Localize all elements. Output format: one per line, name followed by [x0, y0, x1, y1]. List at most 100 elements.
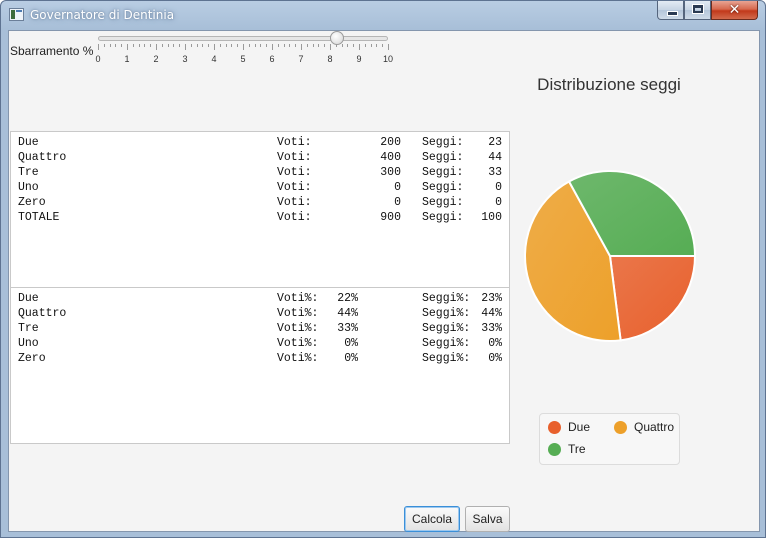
- slider-minor-tick: [341, 44, 343, 47]
- seggi-value: 0%: [488, 352, 502, 365]
- slider-major-tick: [243, 44, 244, 50]
- slider-minor-tick: [306, 44, 308, 47]
- slider-minor-tick: [196, 44, 198, 47]
- legend-label: Due: [568, 420, 591, 434]
- slider-tick-label: 8: [327, 54, 333, 64]
- voti-label: Voti:: [277, 181, 312, 194]
- slider-tick-label: 5: [240, 54, 246, 64]
- client-area: Sbarramento % 0 1 2 3 4 5 6 7 8 9 10 Due Voti: 200 Se…: [8, 30, 760, 532]
- party-name: Uno: [18, 337, 39, 350]
- text-row: Zero Voti: 0 Seggi: 0: [11, 195, 509, 210]
- slider-minor-tick: [335, 44, 337, 47]
- maximize-icon: [693, 5, 703, 13]
- text-row: Quattro Voti%: 44% Seggi%: 44%: [11, 306, 509, 321]
- slider-tick-labels: 0 1 2 3 4 5 6 7 8 9 10: [95, 54, 393, 66]
- text-row: Zero Voti%: 0% Seggi%: 0%: [11, 351, 509, 366]
- slider-minor-tick: [254, 44, 256, 47]
- voti-value: 400: [380, 151, 401, 164]
- slider-tick-label: 7: [298, 54, 304, 64]
- slider-minor-tick: [144, 44, 146, 47]
- slider-major-tick: [388, 44, 389, 50]
- seggi-value: 44%: [481, 307, 502, 320]
- voti-value: 0: [394, 181, 401, 194]
- seggi-value: 0: [495, 196, 502, 209]
- slider-major-tick: [156, 44, 157, 50]
- legend-label: Tre: [568, 442, 586, 456]
- slider-minor-tick: [202, 44, 204, 47]
- seggi-value: 33: [488, 166, 502, 179]
- slider-tick-label: 0: [95, 54, 101, 64]
- slider-minor-tick: [376, 44, 378, 47]
- slider-thumb[interactable]: [329, 31, 344, 45]
- party-name: Uno: [18, 181, 39, 194]
- slider-minor-tick: [138, 44, 140, 47]
- slider-tick-label: 4: [211, 54, 217, 64]
- minimize-icon: [667, 11, 678, 16]
- title-bar[interactable]: Governatore di Dentinia ✕: [1, 1, 765, 30]
- slider-minor-tick: [167, 44, 169, 47]
- slider-minor-tick: [150, 44, 152, 47]
- slider-major-tick: [359, 44, 360, 50]
- votes-textarea[interactable]: Due Voti: 200 Seggi: 23 Quattro Voti: 400 Seggi:…: [10, 131, 510, 288]
- slider-tick-label: 1: [124, 54, 130, 64]
- voti-value: 0: [394, 196, 401, 209]
- slider-minor-tick: [179, 44, 181, 47]
- slider-minor-tick: [225, 44, 227, 47]
- percent-textarea[interactable]: Due Voti%: 22% Seggi%: 23% Quattro Voti%: 44% Se…: [10, 287, 510, 444]
- text-row: Due Voti: 200 Seggi: 23: [11, 135, 509, 150]
- slider-minor-tick: [161, 44, 163, 47]
- party-name: Tre: [18, 166, 39, 179]
- slider-minor-tick: [190, 44, 192, 47]
- slider-minor-tick: [248, 44, 250, 47]
- slider-minor-tick: [121, 44, 123, 47]
- text-row: Uno Voti: 0 Seggi: 0: [11, 180, 509, 195]
- slider-major-tick: [185, 44, 186, 50]
- voti-value: 0%: [344, 352, 358, 365]
- party-name: TOTALE: [18, 211, 60, 224]
- voti-value: 33%: [337, 322, 358, 335]
- slider-minor-tick: [115, 44, 117, 47]
- sbarramento-slider[interactable]: [98, 31, 388, 45]
- voti-label: Voti:: [277, 136, 312, 149]
- slider-ticks: [98, 44, 389, 52]
- slider-minor-tick: [103, 44, 105, 47]
- slider-label: Sbarramento %: [10, 44, 94, 58]
- slider-major-tick: [330, 44, 331, 50]
- legend-label: Quattro: [634, 420, 675, 434]
- voti-value: 900: [380, 211, 401, 224]
- minimize-button[interactable]: [657, 1, 684, 20]
- slider-major-tick: [98, 44, 99, 50]
- slider-minor-tick: [382, 44, 384, 47]
- voti-label: Voti:: [277, 196, 312, 209]
- slider-minor-tick: [109, 44, 111, 47]
- slider-tick-label: 9: [356, 54, 362, 64]
- voti-value: 22%: [337, 292, 358, 305]
- text-row: Tre Voti: 300 Seggi: 33: [11, 165, 509, 180]
- slider-minor-tick: [347, 44, 349, 47]
- salva-button[interactable]: Salva: [465, 506, 510, 532]
- text-row: Quattro Voti: 400 Seggi: 44: [11, 150, 509, 165]
- app-window: Governatore di Dentinia ✕ Sbarramento % …: [0, 0, 766, 538]
- slider-minor-tick: [260, 44, 262, 47]
- close-button[interactable]: ✕: [711, 1, 758, 20]
- seggi-value: 0%: [488, 337, 502, 350]
- party-name: Tre: [18, 322, 39, 335]
- seggi-value: 100: [481, 211, 502, 224]
- text-row: Due Voti%: 22% Seggi%: 23%: [11, 291, 509, 306]
- voti-value: 300: [380, 166, 401, 179]
- slider-tick-label: 3: [182, 54, 188, 64]
- legend-dot-icon: [548, 421, 561, 434]
- slider-major-tick: [272, 44, 273, 50]
- slider-tick-label: 10: [382, 54, 394, 64]
- seggi-value: 0: [495, 181, 502, 194]
- calcola-button[interactable]: Calcola: [404, 506, 460, 532]
- slider-minor-tick: [353, 44, 355, 47]
- window-title: Governatore di Dentinia: [30, 8, 175, 22]
- voti-value: 200: [380, 136, 401, 149]
- slider-minor-tick: [318, 44, 320, 47]
- party-name: Zero: [18, 352, 46, 365]
- slider-major-tick: [127, 44, 128, 50]
- app-icon: [9, 8, 24, 21]
- chart-title: Distribuzione seggi: [537, 75, 681, 94]
- maximize-button[interactable]: [684, 1, 711, 20]
